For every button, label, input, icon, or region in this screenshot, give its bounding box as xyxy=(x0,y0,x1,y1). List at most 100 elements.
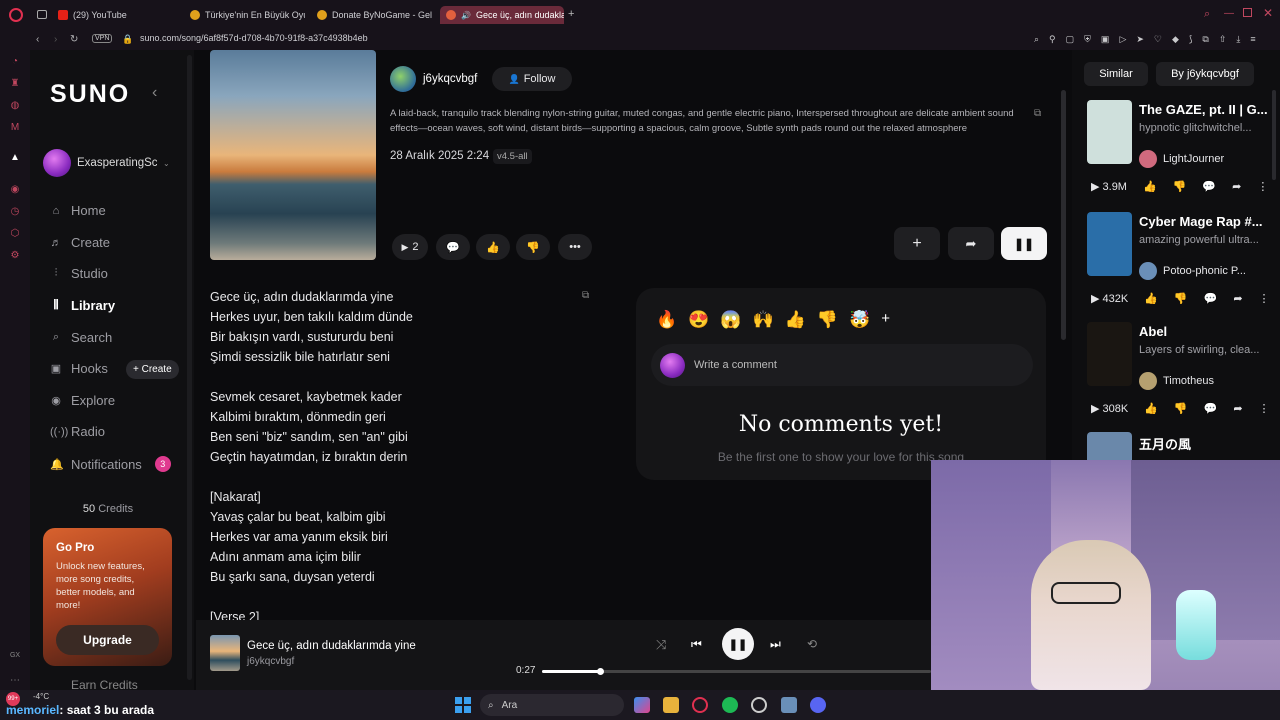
add-to-playlist-button[interactable]: + xyxy=(894,227,940,260)
pin-icon[interactable]: ⚲ xyxy=(1049,34,1056,46)
player-icon[interactable]: ◉ xyxy=(9,184,21,196)
upgrade-button[interactable]: Upgrade xyxy=(56,625,159,655)
play-count-button[interactable]: ▶ 2 xyxy=(392,234,428,260)
app-icon[interactable] xyxy=(751,697,767,713)
follow-button[interactable]: 👤 Follow xyxy=(492,67,572,91)
player-pause-button[interactable]: ❚❚ xyxy=(722,628,754,660)
comment-icon[interactable]: 💬 xyxy=(1204,292,1218,305)
more-icon[interactable]: ⋮ xyxy=(1257,180,1268,193)
fire-emoji[interactable]: 🔥 xyxy=(656,310,677,330)
artist-link[interactable]: Potoo-phonic P... xyxy=(1139,262,1272,280)
right-scrollbar[interactable] xyxy=(1272,90,1276,180)
artist-link[interactable]: LightJourner xyxy=(1139,150,1272,168)
play-button[interactable]: ▶ 432K xyxy=(1091,292,1128,305)
translate-icon[interactable]: ⟆ xyxy=(1189,34,1193,46)
song-thumbnail[interactable] xyxy=(1087,432,1132,460)
thumbs-down-icon[interactable]: 👎 xyxy=(1173,180,1187,193)
snapshot-icon[interactable]: ▢ xyxy=(1066,34,1075,46)
sidebar-item-notifications[interactable]: 🔔 Notifications 3 xyxy=(50,456,171,472)
settings-icon[interactable]: ⚙ xyxy=(9,250,21,262)
add-reaction-button[interactable]: + xyxy=(881,310,890,330)
tab-bynogame[interactable]: Donate ByNoGame - Gele xyxy=(317,6,432,24)
comment-button[interactable]: 💬 xyxy=(436,234,470,260)
thumbs-up-emoji[interactable]: 👍 xyxy=(785,310,806,330)
url-field[interactable]: suno.com/song/6af8f57d-d708-4b70-91f8-a3… xyxy=(140,33,368,43)
cube-icon[interactable]: ⬡ xyxy=(9,228,21,240)
sidebar-item-search[interactable]: ⌕ Search xyxy=(50,330,112,345)
zoom-icon[interactable]: ⌕ xyxy=(1034,34,1039,46)
copy-description-icon[interactable]: ⧉ xyxy=(1034,108,1041,119)
collapse-sidebar-icon[interactable]: ‹ xyxy=(152,84,157,102)
taskbar-search[interactable]: ⌕ Ara xyxy=(480,694,624,716)
share-icon[interactable]: ⇧ xyxy=(1219,34,1227,46)
history-icon[interactable]: ◷ xyxy=(9,206,21,218)
next-icon[interactable]: ⏭ xyxy=(770,637,781,652)
dislike-button[interactable]: 👎 xyxy=(516,234,550,260)
share-icon[interactable]: ➦ xyxy=(1233,292,1242,305)
credits-display[interactable]: 50 Credits xyxy=(30,503,186,515)
search-tabs-icon[interactable]: ⌕ xyxy=(1204,8,1210,21)
close-icon[interactable]: ✕ xyxy=(1263,6,1273,20)
thumbs-down-emoji[interactable]: 👎 xyxy=(817,310,838,330)
main-scrollbar[interactable] xyxy=(1061,90,1066,340)
pause-button[interactable]: ❚❚ xyxy=(1001,227,1047,260)
opera-icon[interactable] xyxy=(9,8,23,22)
more-options-button[interactable]: ••• xyxy=(558,234,592,260)
song-title[interactable]: 五月の風 xyxy=(1139,434,1272,453)
sidebar-item-explore[interactable]: ◉ Explore xyxy=(50,393,115,408)
thumbs-down-icon[interactable]: 👎 xyxy=(1174,402,1188,415)
shield-icon[interactable]: ⛨ xyxy=(1084,34,1091,46)
wallet-icon[interactable]: ▣ xyxy=(1101,34,1110,46)
more-icon[interactable]: ⋮ xyxy=(1259,292,1270,305)
thumbs-down-icon[interactable]: 👎 xyxy=(1174,292,1188,305)
menu-icon[interactable]: ≡ xyxy=(1250,34,1255,46)
forward-icon[interactable]: › xyxy=(54,34,57,45)
sidebar-scrollbar[interactable] xyxy=(187,55,192,680)
similar-song-item[interactable]: Cyber Mage Rap #... amazing powerful ultr… xyxy=(1087,212,1272,328)
sidebar-item-hooks[interactable]: ▣ Hooks xyxy=(50,361,108,376)
tab-overview-icon[interactable] xyxy=(37,10,47,19)
sidebar-item-create[interactable]: ♬ Create xyxy=(50,235,111,250)
share-icon[interactable]: ➦ xyxy=(1232,180,1241,193)
vpn-badge[interactable]: VPN xyxy=(92,34,113,43)
progress-bar[interactable] xyxy=(542,668,931,675)
thumbs-up-icon[interactable]: 👍 xyxy=(1144,292,1158,305)
player-title[interactable]: Gece üç, adın dudaklarımda yine xyxy=(247,640,416,652)
weather-temp[interactable]: -4°C xyxy=(33,692,49,701)
go-pro-card[interactable]: Go Pro Unlock new features, more song cr… xyxy=(43,528,172,666)
song-title[interactable]: Abel xyxy=(1139,324,1272,339)
hooks-create-button[interactable]: + Create xyxy=(126,360,179,379)
opera-gx-icon[interactable] xyxy=(692,697,708,713)
download-icon[interactable]: ⤓ xyxy=(1236,34,1240,46)
sidebar-item-studio[interactable]: ⫶ Studio xyxy=(50,266,108,281)
song-thumbnail[interactable] xyxy=(1087,212,1132,276)
mind-blown-emoji[interactable]: 🤯 xyxy=(849,310,870,330)
play-icon[interactable]: ▷ xyxy=(1119,34,1126,46)
extension-icon[interactable]: ◆ xyxy=(1172,34,1179,46)
tab-by-artist[interactable]: By j6ykqcvbgf xyxy=(1156,62,1254,86)
previous-icon[interactable]: ⏮ xyxy=(691,637,702,652)
heart-icon[interactable]: ♡ xyxy=(1154,34,1162,46)
like-button[interactable]: 👍 xyxy=(476,234,510,260)
shuffle-icon[interactable]: ⤨ xyxy=(656,637,666,653)
artist-name[interactable]: j6ykqcvbgf xyxy=(423,73,477,85)
play-button[interactable]: ▶ 308K xyxy=(1091,402,1128,415)
spotify-icon[interactable] xyxy=(722,697,738,713)
send-icon[interactable]: ➤ xyxy=(1136,34,1144,46)
account-switcher[interactable]: ExasperatingSc ⌄ xyxy=(43,148,188,178)
puzzle-icon[interactable]: ⧉ xyxy=(1202,34,1208,46)
copy-lyrics-icon[interactable]: ⧉ xyxy=(582,290,589,301)
comment-input[interactable]: Write a comment xyxy=(651,344,1033,386)
play-button[interactable]: ▶ 3.9M xyxy=(1091,180,1127,193)
minimize-icon[interactable]: — xyxy=(1224,8,1234,19)
more-icon[interactable]: ⋮ xyxy=(1259,402,1270,415)
heart-eyes-emoji[interactable]: 😍 xyxy=(688,310,709,330)
bag-icon[interactable]: ♜ xyxy=(9,78,21,90)
tab-similar[interactable]: Similar xyxy=(1084,62,1148,86)
more-icon[interactable]: ⋯ xyxy=(9,675,21,687)
sidebar-item-library[interactable]: ⫼ Library xyxy=(50,298,115,313)
suno-logo[interactable]: SUNO xyxy=(50,80,130,109)
artist-avatar[interactable] xyxy=(390,66,416,92)
tab-suno-active[interactable]: 🔊 Gece üç, adın dudakla xyxy=(440,6,564,24)
similar-song-item[interactable]: Abel Layers of swirling, clea... Timotheus… xyxy=(1087,322,1272,438)
